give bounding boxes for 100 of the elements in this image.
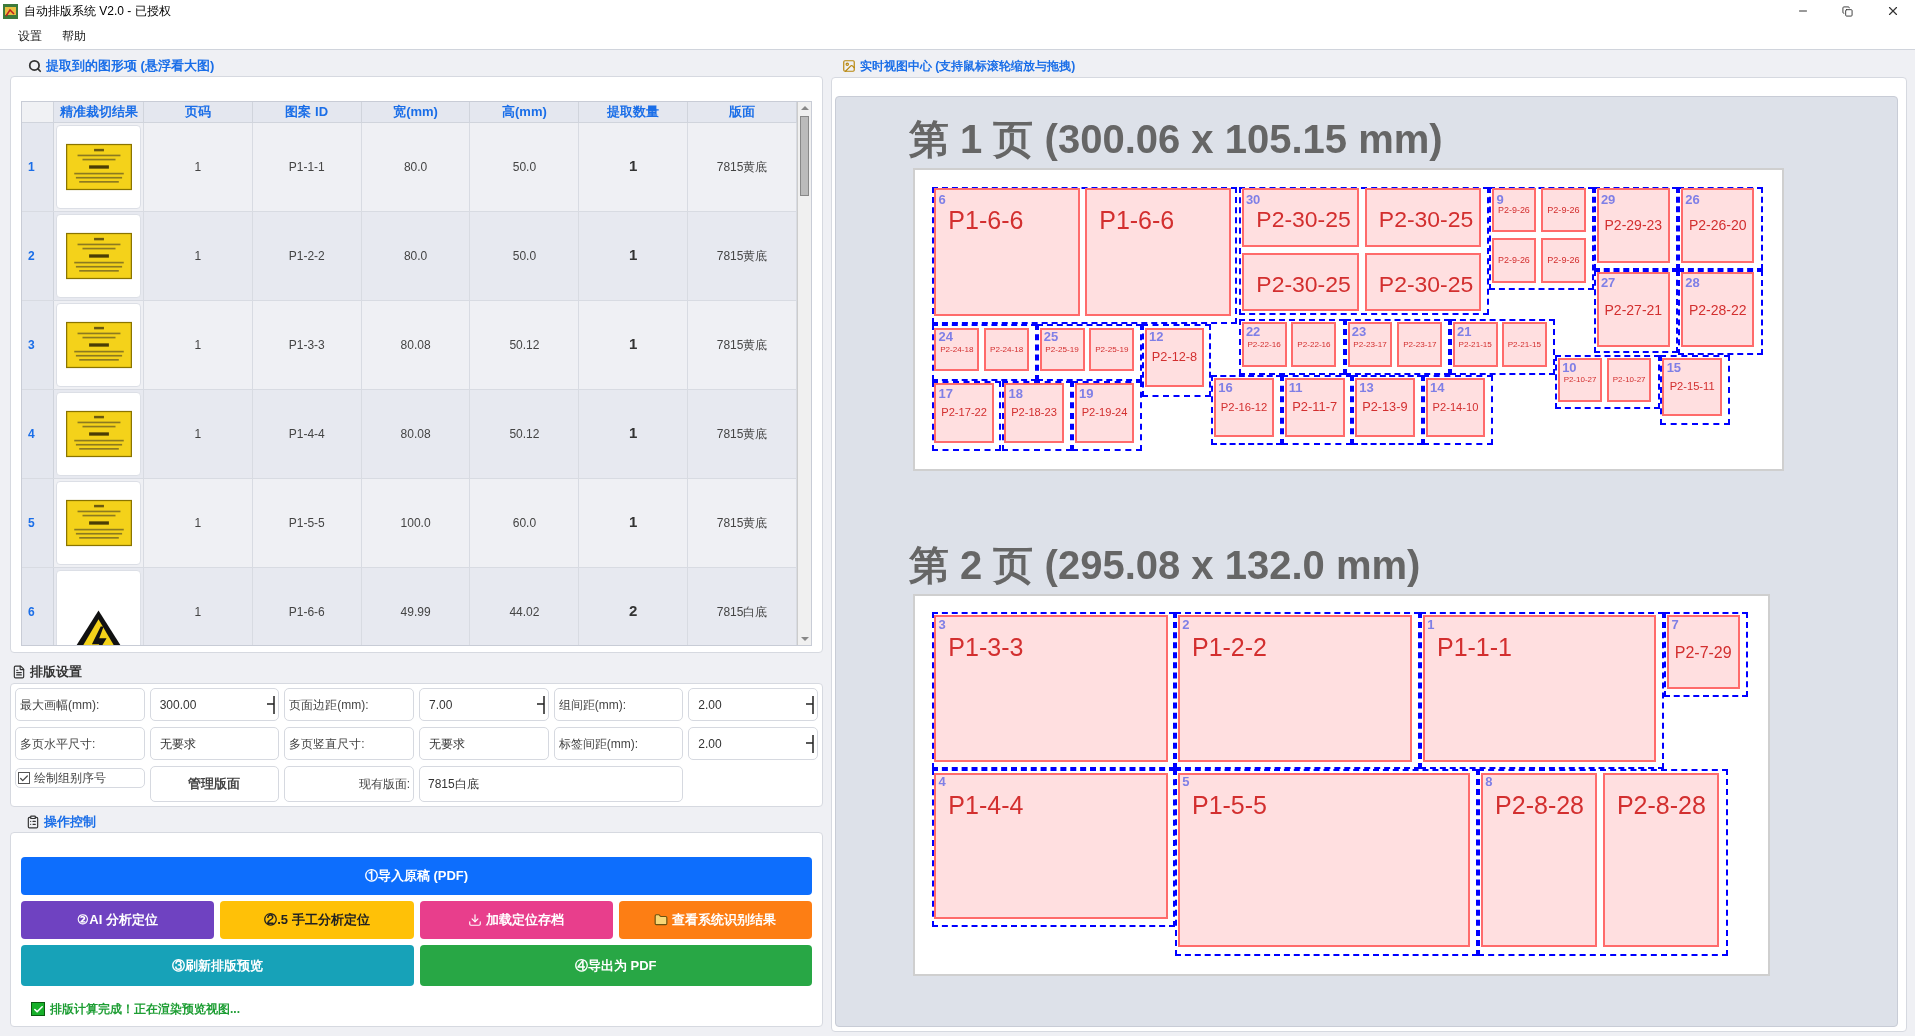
- item-label: P1-6-6: [1099, 208, 1175, 233]
- menu-item[interactable]: 帮助: [62, 26, 86, 45]
- label-item[interactable]: P2-24-18: [984, 327, 1030, 372]
- item-label: P1-3-3: [948, 635, 1024, 661]
- item-label: P2-8-28: [1495, 792, 1585, 818]
- clipboard-icon: [26, 815, 40, 829]
- table-cell: 80.08: [361, 389, 471, 478]
- restore-icon: [1842, 5, 1853, 17]
- column-header[interactable]: 精准裁切结果: [54, 102, 144, 122]
- item-label: P2-9-26: [1547, 256, 1580, 266]
- group-number: 17: [938, 387, 954, 401]
- section-title: 操作控制: [44, 813, 96, 832]
- item-label: P2-28-22: [1688, 302, 1747, 317]
- item-label: P2-29-23: [1604, 218, 1663, 233]
- table-cell: P1-2-2: [252, 211, 362, 300]
- action-button[interactable]: ④导出为 PDF: [419, 945, 812, 986]
- scroll-down-icon[interactable]: [800, 637, 809, 641]
- action-button[interactable]: ②.5 手工分析定位: [220, 901, 414, 939]
- input-field[interactable]: 无要求: [419, 727, 549, 760]
- group-number: 13: [1359, 380, 1374, 394]
- item-label: P2-21-15: [1507, 340, 1541, 349]
- column-header[interactable]: 页码: [144, 102, 253, 122]
- label-item[interactable]: P2-30-25: [1364, 188, 1482, 247]
- table-cell: 44.02: [470, 567, 580, 645]
- checkbox[interactable]: [18, 772, 30, 784]
- label-item[interactable]: P2-22-16: [1291, 322, 1337, 368]
- row-header[interactable]: 1: [22, 122, 54, 211]
- menu-item[interactable]: 设置: [18, 26, 42, 45]
- spin-field[interactable]: 7.00: [419, 688, 549, 721]
- spin-field[interactable]: 300.00: [149, 688, 280, 721]
- action-button[interactable]: ③刷新排版预览: [21, 945, 414, 986]
- status-message: 排版计算完成！正在渲染预览视图...: [50, 1001, 240, 1018]
- column-header[interactable]: 高(mm): [470, 102, 580, 122]
- group-number: 10: [1562, 361, 1577, 375]
- label-item[interactable]: P2-9-26: [1541, 188, 1586, 233]
- item-label: P2-15-11: [1669, 381, 1715, 393]
- spin-field[interactable]: 2.00: [688, 688, 818, 721]
- item-label: P2-8-28: [1616, 792, 1706, 818]
- item-label: P2-9-26: [1498, 256, 1530, 266]
- column-header[interactable]: 宽(mm): [361, 102, 471, 122]
- item-label: P1-2-2: [1191, 635, 1267, 661]
- group-number: 6: [938, 192, 946, 206]
- label-item[interactable]: P2-30-25: [1364, 253, 1482, 312]
- group-number: 5: [1182, 775, 1190, 789]
- input-field[interactable]: 无要求: [149, 727, 280, 760]
- spin-field[interactable]: 2.00: [688, 727, 818, 760]
- check-icon: [19, 772, 29, 784]
- table-cell: 60.0: [470, 478, 580, 567]
- label-item[interactable]: P2-8-28: [1602, 772, 1720, 947]
- group-number: 4: [938, 775, 946, 789]
- field-label: 标签间距(mm):: [553, 727, 684, 760]
- panel-title: 实时视图中心 (支持鼠标滚轮缩放与拖拽): [860, 58, 1076, 75]
- group-number: 25: [1043, 330, 1059, 344]
- checkbox-row[interactable]: 绘制组别序号: [15, 768, 145, 788]
- scroll-up-icon[interactable]: [800, 106, 809, 110]
- table-cell: 50.12: [470, 389, 580, 478]
- item-label: P2-21-15: [1458, 340, 1492, 349]
- group-number: 28: [1685, 275, 1700, 289]
- label-item[interactable]: P2-21-15: [1501, 322, 1547, 368]
- group-number: 14: [1429, 380, 1445, 394]
- group-number: 30: [1245, 192, 1261, 206]
- action-button[interactable]: ①导入原稿 (PDF): [21, 857, 812, 895]
- input-field[interactable]: 7815白底: [419, 766, 684, 802]
- column-header[interactable]: 版面: [688, 102, 797, 122]
- action-button[interactable]: 查看系统识别结果: [618, 901, 812, 939]
- table-cell: 7815黄底: [688, 300, 797, 389]
- field-label: 多页水平尺寸:: [15, 727, 145, 760]
- manage-plates-button[interactable]: 管理版面: [149, 766, 280, 802]
- label-item[interactable]: P2-23-17: [1397, 322, 1443, 368]
- label-item[interactable]: P2-30-25: [1242, 253, 1359, 312]
- item-label: P1-1-1: [1436, 635, 1512, 661]
- table-cell: P1-3-3: [252, 300, 362, 389]
- table-cell: 7815黄底: [688, 211, 797, 300]
- label-item[interactable]: P1-6-6: [1085, 188, 1231, 316]
- group-number: 26: [1685, 192, 1700, 206]
- action-button[interactable]: ②AI 分析定位: [21, 901, 215, 939]
- column-header[interactable]: 图案 ID: [252, 102, 362, 122]
- item-label: P2-13-9: [1362, 401, 1408, 414]
- group-number: 7: [1671, 618, 1679, 631]
- group-number: 16: [1218, 380, 1233, 394]
- label-item[interactable]: P2-9-26: [1541, 238, 1586, 283]
- item-label: P2-11-7: [1292, 400, 1338, 414]
- action-button[interactable]: 加载定位存档: [419, 901, 613, 939]
- document-icon: [12, 665, 26, 679]
- group-number: 29: [1600, 192, 1616, 206]
- table-cell: P1-5-5: [252, 478, 362, 567]
- picture-icon: [842, 59, 856, 73]
- scrollbar[interactable]: [797, 102, 811, 645]
- group-number: 1: [1427, 618, 1435, 631]
- item-label: P1-5-5: [1191, 792, 1267, 818]
- label-item[interactable]: P2-25-19: [1089, 327, 1135, 372]
- item-label: P2-9-26: [1498, 205, 1530, 215]
- item-label: P2-19-24: [1081, 407, 1128, 419]
- scrollbar-thumb[interactable]: [800, 116, 809, 196]
- row-header[interactable]: 3: [22, 300, 54, 389]
- label-item[interactable]: P2-9-26: [1492, 238, 1536, 283]
- column-header[interactable]: 提取数量: [579, 102, 689, 122]
- row-header[interactable]: 5: [22, 478, 54, 567]
- table-cell: P1-6-6: [252, 567, 362, 645]
- item-label: P2-30-25: [1256, 208, 1351, 231]
